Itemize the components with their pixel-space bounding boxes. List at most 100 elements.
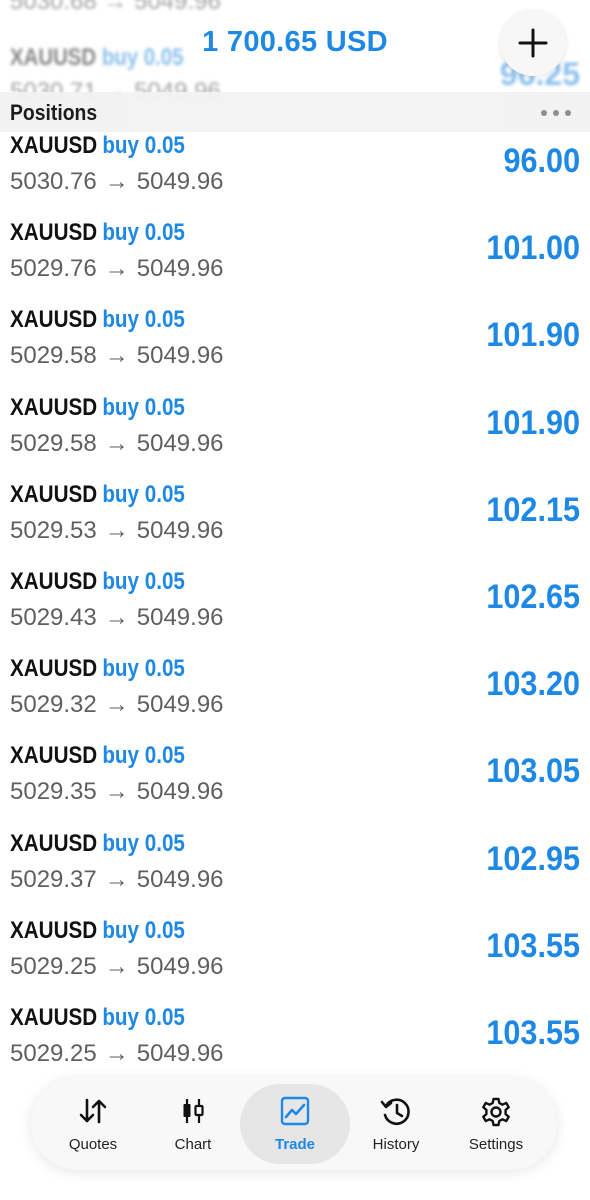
section-title: Positions (10, 100, 98, 125)
current-price: 5049.96 (136, 342, 224, 370)
position-direction-volume: buy 0.05 (102, 132, 185, 159)
position-row[interactable]: XAUUSD buy 0.05 5029.58 → 5049.96 101.90 (0, 306, 590, 393)
current-price: 5049.96 (136, 516, 224, 544)
tab-quotes[interactable]: Quotes (41, 1078, 145, 1170)
open-price: 5029.32 (10, 691, 97, 719)
position-symbol: XAUUSD (10, 567, 98, 595)
open-price: 5029.58 (10, 429, 97, 457)
arrow-right-icon: → (104, 168, 129, 195)
position-prices: 5029.32 → 5049.96 (10, 691, 224, 719)
position-direction-volume: buy 0.05 (102, 393, 185, 421)
position-prices: 5029.58 → 5049.96 (10, 430, 224, 458)
position-title: XAUUSD buy 0.05 (10, 219, 185, 247)
position-direction-volume: buy 0.05 (102, 742, 185, 770)
open-price: 5029.25 (10, 1039, 97, 1067)
position-profit: 102.15 (486, 490, 580, 529)
tab-label: Chart (174, 1136, 212, 1153)
top-bar: 1 700.65 USD (0, 0, 590, 92)
current-price: 5049.96 (136, 691, 224, 719)
position-profit: 101.90 (486, 403, 580, 442)
position-prices: 5030.76 → 5049.96 (10, 168, 224, 196)
current-price: 5049.96 (136, 778, 224, 806)
position-row[interactable]: XAUUSD buy 0.05 5029.37 → 5049.96 102.95 (0, 830, 590, 917)
position-title: XAUUSD buy 0.05 (10, 917, 185, 945)
bottom-tab-bar: Quotes Chart Trade History Settings (31, 1078, 557, 1170)
position-symbol: XAUUSD (10, 655, 98, 683)
add-order-button[interactable] (500, 10, 566, 76)
tab-trade[interactable]: Trade (245, 1078, 345, 1170)
position-symbol: XAUUSD (10, 132, 98, 159)
trade-line-chart-icon (280, 1096, 310, 1126)
position-row[interactable]: XAUUSD buy 0.05 5029.35 → 5049.96 103.05 (0, 742, 590, 829)
position-title: XAUUSD buy 0.05 (10, 306, 185, 334)
position-prices: 5029.37 → 5049.96 (10, 866, 224, 894)
open-price: 5030.76 (10, 168, 97, 195)
tab-label: Trade (274, 1136, 316, 1153)
tab-history[interactable]: History (345, 1078, 447, 1170)
position-symbol: XAUUSD (10, 219, 98, 247)
plus-icon (518, 28, 548, 58)
arrow-right-icon: → (104, 1039, 129, 1067)
position-symbol: XAUUSD (10, 916, 98, 944)
gear-icon (482, 1097, 510, 1127)
position-row[interactable]: XAUUSD buy 0.05 5029.32 → 5049.96 103.20 (0, 655, 590, 742)
position-title: XAUUSD buy 0.05 (10, 742, 185, 770)
position-title: XAUUSD buy 0.05 (10, 1004, 185, 1032)
tab-settings[interactable]: Settings (445, 1078, 547, 1170)
position-profit: 102.95 (486, 839, 580, 878)
arrow-right-icon: → (104, 952, 129, 980)
position-symbol: XAUUSD (10, 393, 98, 421)
position-direction-volume: buy 0.05 (102, 306, 185, 334)
arrow-right-icon: → (104, 342, 129, 370)
current-price: 5049.96 (136, 1039, 224, 1067)
position-prices: 5029.35 → 5049.96 (10, 778, 224, 806)
position-title: XAUUSD buy 0.05 (10, 394, 185, 422)
open-price: 5029.58 (10, 342, 97, 370)
position-row[interactable]: XAUUSD buy 0.05 5029.58 → 5049.96 101.90 (0, 394, 590, 481)
more-horizontal-icon[interactable] (540, 109, 572, 117)
position-profit: 103.20 (486, 665, 580, 704)
arrow-right-icon: → (104, 603, 129, 631)
position-title: XAUUSD buy 0.05 (10, 568, 185, 596)
position-direction-volume: buy 0.05 (102, 916, 185, 944)
positions-list: XAUUSD buy 0.05 5030.76 → 5049.96 96.00 XAUUSD… (0, 132, 590, 1091)
tab-label: Settings (468, 1136, 524, 1153)
arrow-right-icon: → (104, 865, 129, 893)
position-row[interactable]: XAUUSD buy 0.05 5029.53 → 5049.96 102.15 (0, 481, 590, 568)
position-profit: 103.55 (486, 1013, 580, 1052)
position-symbol: XAUUSD (10, 829, 98, 857)
position-title: XAUUSD buy 0.05 (10, 830, 185, 858)
position-prices: 5029.25 → 5049.96 (10, 1040, 224, 1068)
position-prices: 5029.58 → 5049.96 (10, 342, 224, 370)
position-prices: 5029.25 → 5049.96 (10, 953, 224, 981)
position-row[interactable]: XAUUSD buy 0.05 5029.25 → 5049.96 103.55 (0, 917, 590, 1004)
position-profit: 102.65 (486, 577, 580, 616)
position-row[interactable]: XAUUSD buy 0.05 5029.43 → 5049.96 102.65 (0, 568, 590, 655)
tab-label: History (372, 1136, 420, 1153)
tab-label: Quotes (68, 1136, 118, 1153)
current-price: 5049.96 (136, 255, 224, 283)
open-price: 5029.35 (10, 778, 97, 806)
open-price: 5029.43 (10, 603, 97, 631)
position-direction-volume: buy 0.05 (102, 829, 185, 857)
position-profit: 96.00 (503, 142, 580, 180)
open-price: 5029.76 (10, 255, 97, 283)
current-price: 5049.96 (136, 168, 224, 195)
position-direction-volume: buy 0.05 (102, 655, 185, 683)
position-symbol: XAUUSD (10, 306, 98, 334)
position-direction-volume: buy 0.05 (102, 567, 185, 595)
open-price: 5029.25 (10, 952, 97, 980)
position-row[interactable]: XAUUSD buy 0.05 5029.76 → 5049.96 101.00 (0, 219, 590, 306)
arrow-right-icon: → (104, 778, 129, 806)
position-row[interactable]: XAUUSD buy 0.05 5030.76 → 5049.96 96.00 (0, 132, 590, 219)
quotes-arrows-icon (79, 1098, 107, 1124)
candlestick-chart-icon (183, 1099, 204, 1123)
position-direction-volume: buy 0.05 (102, 219, 185, 247)
history-clock-icon (380, 1098, 410, 1125)
position-profit: 103.05 (486, 752, 580, 791)
position-direction-volume: buy 0.05 (102, 480, 185, 508)
arrow-right-icon: → (104, 691, 129, 719)
current-price: 5049.96 (136, 429, 224, 457)
tab-chart[interactable]: Chart (143, 1078, 243, 1170)
position-symbol: XAUUSD (10, 480, 98, 508)
